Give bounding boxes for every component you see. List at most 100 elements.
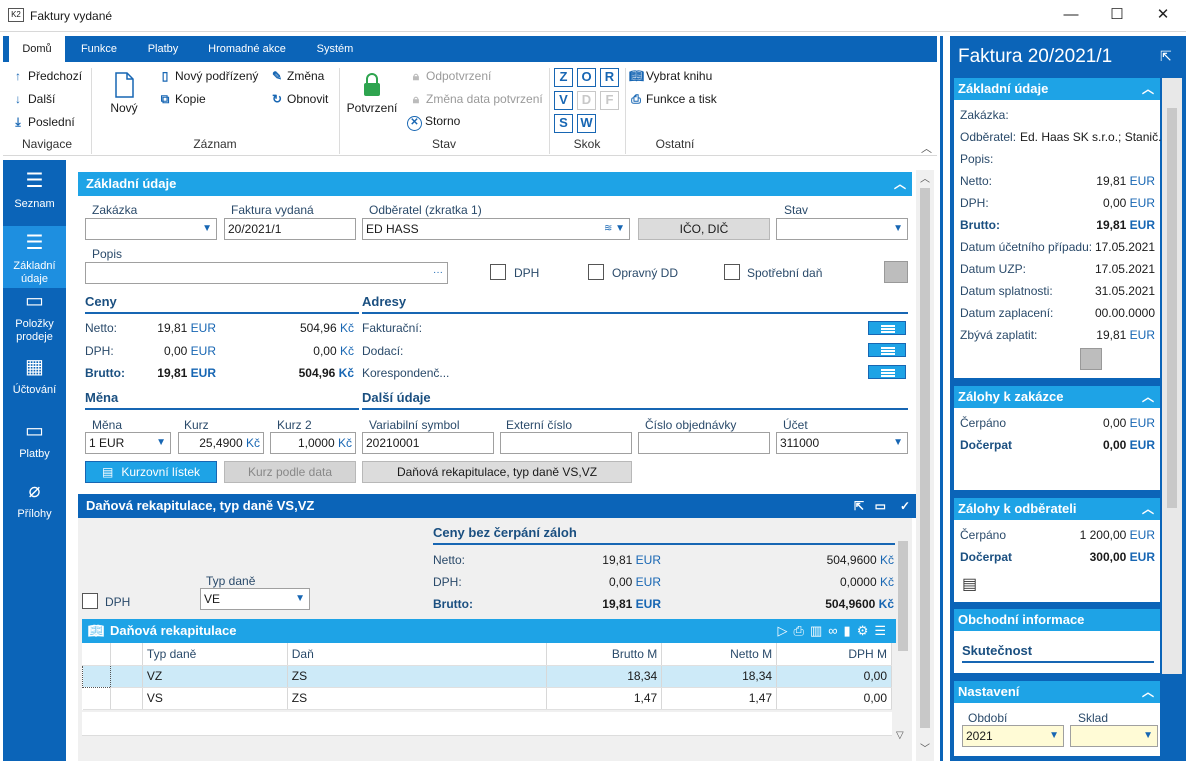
kurz-podle-data-button[interactable]: Kurz podle data <box>224 461 356 483</box>
color-swatch[interactable] <box>884 261 908 283</box>
obj-input[interactable] <box>638 432 770 454</box>
gear-icon[interactable]: ⚙ <box>857 623 875 638</box>
maximize-button[interactable]: ☐ <box>1094 0 1140 32</box>
nav-uctovani[interactable]: ▦ Účtování <box>3 356 66 414</box>
ribbon-collapse-icon[interactable]: ︿ <box>921 140 932 156</box>
grid-col-dph[interactable]: DPH M <box>776 643 892 666</box>
columns-icon[interactable]: ▮ <box>844 623 857 638</box>
color-swatch[interactable] <box>1080 348 1102 370</box>
opravny-dd-checkbox[interactable] <box>588 264 604 280</box>
next-button[interactable]: ↓ Další <box>11 92 55 106</box>
tab-funkce[interactable]: Funkce <box>69 36 129 62</box>
select-book-button[interactable]: 📖︎ Vybrat knihu <box>629 69 712 83</box>
jump-v-button[interactable]: V <box>554 91 573 110</box>
change-date-button[interactable]: 🔒︎ Změna data potvrzení <box>409 92 543 107</box>
rp-sklad-input[interactable]: ▼ <box>1070 725 1158 747</box>
grid-cell[interactable]: 0,00 <box>776 687 892 710</box>
odberatel-input[interactable]: ED HASS ≋ ▼ <box>362 218 630 240</box>
kurz-input[interactable]: 25,4900 Kč <box>178 432 264 454</box>
scrollbar-thumb[interactable] <box>920 188 930 728</box>
zakazka-input[interactable]: ▼ <box>85 218 217 240</box>
more-icon[interactable]: ··· <box>433 263 443 283</box>
grid-col-brutto[interactable]: Brutto M <box>546 643 663 666</box>
grid-cell[interactable]: VZ <box>142 665 288 688</box>
rp-obdobi-input[interactable]: 2021 ▼ <box>962 725 1064 747</box>
popout-icon[interactable]: ⇱ <box>854 494 864 518</box>
chart-icon[interactable]: ▥ <box>810 623 828 638</box>
checkmark-icon[interactable]: ✓ <box>900 494 910 518</box>
dph-checkbox[interactable] <box>490 264 506 280</box>
grid-cell[interactable]: ZS <box>287 665 548 688</box>
ico-dic-button[interactable]: IČO, DIČ <box>638 218 770 240</box>
last-button[interactable]: ⤓ Poslední <box>11 115 74 130</box>
jump-w-button[interactable]: W <box>577 114 596 133</box>
spotrebni-dan-checkbox[interactable] <box>724 264 740 280</box>
menu-icon[interactable] <box>868 343 906 357</box>
menu-icon[interactable] <box>868 321 906 335</box>
scroll-down-icon[interactable]: ▽ <box>896 730 904 741</box>
grid-cell[interactable] <box>110 665 143 688</box>
unconfirm-button[interactable]: 🔒︎ Odpotvrzení <box>409 69 492 84</box>
binoculars-icon[interactable]: ∞ <box>828 623 843 638</box>
prev-button[interactable]: ↑ Předchozí <box>11 69 82 83</box>
tax-dph-checkbox[interactable] <box>82 593 98 609</box>
jump-f-button[interactable]: F <box>600 91 619 110</box>
minimize-button[interactable]: — <box>1048 0 1094 32</box>
jump-o-button[interactable]: O <box>577 68 596 87</box>
close-button[interactable]: ✕ <box>1140 0 1186 32</box>
grid-cell[interactable] <box>82 687 111 710</box>
pin-icon[interactable]: ▭ <box>875 494 886 518</box>
scroll-up-icon[interactable]: ︿ <box>920 170 930 185</box>
collapse-icon[interactable]: ︿ <box>1142 78 1154 100</box>
change-button[interactable]: ✎ Změna <box>270 69 324 83</box>
grid-cell[interactable] <box>82 664 111 688</box>
grid-cell[interactable]: VS <box>142 687 288 710</box>
tab-domu[interactable]: Domů <box>9 36 65 62</box>
scrollbar-thumb[interactable] <box>1167 108 1177 508</box>
table-row[interactable]: VS ZS 1,47 1,47 0,00 <box>82 687 892 710</box>
popout-icon[interactable]: ⇱ <box>1160 48 1172 65</box>
grid-cell[interactable]: 1,47 <box>546 687 663 710</box>
confirm-button[interactable]: Potvrzení <box>345 72 399 115</box>
grid-cell[interactable]: ZS <box>287 687 548 710</box>
jump-d-button[interactable]: D <box>577 91 596 110</box>
nav-platby[interactable]: ▭ Platby <box>3 420 66 478</box>
danova-rekapitulace-button[interactable]: Daňová rekapitulace, typ daně VS,VZ <box>362 461 632 483</box>
grid-col-dan[interactable]: Daň <box>287 643 548 666</box>
rp-scrollbar[interactable] <box>1162 78 1182 674</box>
tab-hromadne-akce[interactable]: Hromadné akce <box>197 36 297 62</box>
popis-input[interactable]: ··· <box>85 262 448 284</box>
nav-zakladni-udaje[interactable]: ☰ Základní údaje <box>3 226 66 288</box>
table-row[interactable]: VZ ZS 18,34 18,34 0,00 <box>82 664 892 688</box>
typ-dane-input[interactable]: VE ▼ <box>200 588 310 610</box>
stav-input[interactable]: ▼ <box>776 218 908 240</box>
collapse-icon[interactable]: ︿ <box>1142 498 1154 520</box>
vs-input[interactable]: 20210001 <box>362 432 494 454</box>
storno-button[interactable]: ✕ Storno <box>407 114 460 131</box>
collapse-icon[interactable]: ︿ <box>1142 681 1154 703</box>
new-child-button[interactable]: ▯ Nový podřízený <box>158 69 259 83</box>
grid-cell[interactable]: 18,34 <box>661 665 778 688</box>
grid-cell[interactable]: 0,00 <box>776 665 892 688</box>
notes-icon[interactable]: ▤ <box>962 574 977 594</box>
grid-col-typ-dane[interactable]: Typ daně <box>142 643 288 666</box>
jump-r-button[interactable]: R <box>600 68 619 87</box>
grid-cell[interactable]: 1,47 <box>661 687 778 710</box>
tab-system[interactable]: Systém <box>303 36 367 62</box>
ext-input[interactable] <box>500 432 632 454</box>
collapse-icon[interactable]: ︿ <box>894 172 906 196</box>
nav-seznam[interactable]: ☰ Seznam <box>3 170 66 228</box>
kurz2-input[interactable]: 1,0000 Kč <box>270 432 356 454</box>
copy-button[interactable]: ⧉ Kopie <box>158 92 206 107</box>
jump-s-button[interactable]: S <box>554 114 573 133</box>
menu-icon[interactable]: ☰ <box>874 623 892 638</box>
kurzovni-listek-button[interactable]: ▤ Kurzovní lístek <box>85 461 217 483</box>
grid-cell[interactable]: 18,34 <box>546 665 663 688</box>
collapse-icon[interactable]: ︿ <box>1142 386 1154 408</box>
printer-icon[interactable]: ⎙ <box>794 623 810 638</box>
faktura-input[interactable]: 20/2021/1 <box>224 218 356 240</box>
menu-icon[interactable] <box>868 365 906 379</box>
scroll-down-icon[interactable]: ﹀ <box>920 740 930 755</box>
main-scrollbar[interactable]: ︿ ﹀ <box>916 170 934 761</box>
jump-z-button[interactable]: Z <box>554 68 573 87</box>
